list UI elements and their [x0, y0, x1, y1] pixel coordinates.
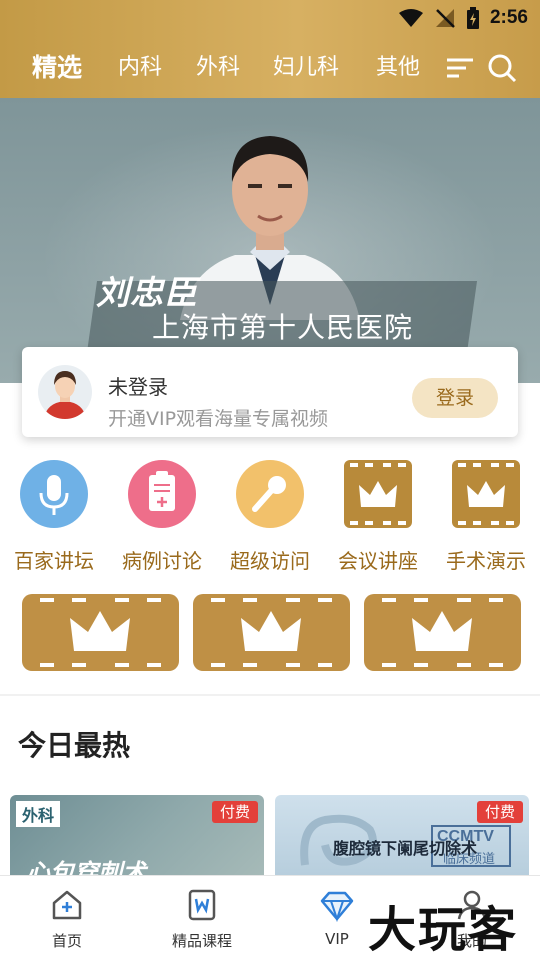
course-card[interactable]: 付费 CCMTV 临床频道 腹腔镜下阑尾切除术 — [275, 795, 529, 875]
status-bar: 2:56 — [398, 6, 528, 30]
tab-featured[interactable]: 精选 — [32, 50, 82, 86]
vip-film-banner-3[interactable] — [364, 594, 521, 671]
nav-label: 精品课程 — [171, 932, 232, 950]
banner-hospital: 上海市第十人民医院 — [152, 311, 414, 344]
category-lecture[interactable]: 百家讲坛 — [4, 459, 104, 574]
login-status: 未登录 — [108, 375, 168, 399]
category-label: 手术演示 — [446, 549, 526, 573]
nav-home[interactable]: 首页 — [7, 876, 127, 960]
watermark: 大玩客 — [368, 902, 519, 958]
course-icon — [188, 889, 216, 921]
paid-badge: 付费 — [211, 801, 258, 823]
tab-obstetrics-pediatrics[interactable]: 妇儿科 — [273, 50, 339, 86]
top-header: 2:56 精选 内科 外科 妇儿科 其他 — [0, 0, 540, 98]
category-case-discussion[interactable]: 病例讨论 — [112, 459, 212, 574]
section-title: 今日最热 — [18, 729, 131, 762]
course-title: 腹腔镜下阑尾切除术 — [333, 839, 478, 858]
category-label: 病例讨论 — [122, 549, 202, 573]
avatar — [38, 365, 92, 419]
status-time: 2:56 — [489, 7, 528, 28]
search-icon[interactable] — [486, 52, 518, 84]
nav-courses[interactable]: 精品课程 — [142, 876, 262, 960]
category-interview[interactable]: 超级访问 — [220, 459, 320, 574]
tab-internal-medicine[interactable]: 内科 — [118, 50, 162, 86]
category-label: 超级访问 — [230, 549, 310, 573]
no-signal-icon — [435, 9, 455, 28]
crown-film-icon — [452, 460, 520, 528]
category-label: 会议讲座 — [338, 549, 418, 573]
menu-icon[interactable] — [444, 52, 476, 84]
battery-icon — [466, 7, 479, 29]
course-title: 心包穿刺术 — [26, 859, 146, 875]
promo-banner[interactable]: 刘忠臣 上海市第十人民医院 — [0, 98, 540, 383]
login-button[interactable]: 登录 — [412, 378, 498, 418]
handheld-mic-icon — [236, 460, 304, 528]
clipboard-icon — [128, 460, 196, 528]
section-divider — [0, 694, 540, 696]
microphone-icon — [20, 460, 88, 528]
diamond-icon — [320, 891, 354, 922]
login-card: 未登录 开通VIP观看海量专属视频 登录 — [22, 347, 518, 437]
tab-other[interactable]: 其他 — [376, 50, 420, 86]
home-icon — [52, 890, 82, 920]
nav-label: 首页 — [51, 932, 82, 950]
course-card[interactable]: 外科 付费 心包穿刺术 — [10, 795, 264, 875]
tab-surgery[interactable]: 外科 — [196, 50, 240, 86]
course-category-tag: 外科 — [16, 801, 61, 827]
vip-film-banner-1[interactable] — [22, 594, 179, 671]
vip-promo-text: 开通VIP观看海量专属视频 — [108, 408, 329, 430]
wifi-icon — [398, 9, 423, 27]
category-label: 百家讲坛 — [14, 549, 94, 573]
vip-film-banner-2[interactable] — [193, 594, 350, 671]
category-conference[interactable]: 会议讲座 — [328, 459, 428, 574]
paid-badge: 付费 — [476, 801, 523, 823]
category-surgery-demo[interactable]: 手术演示 — [436, 459, 536, 574]
crown-film-icon — [344, 460, 412, 528]
